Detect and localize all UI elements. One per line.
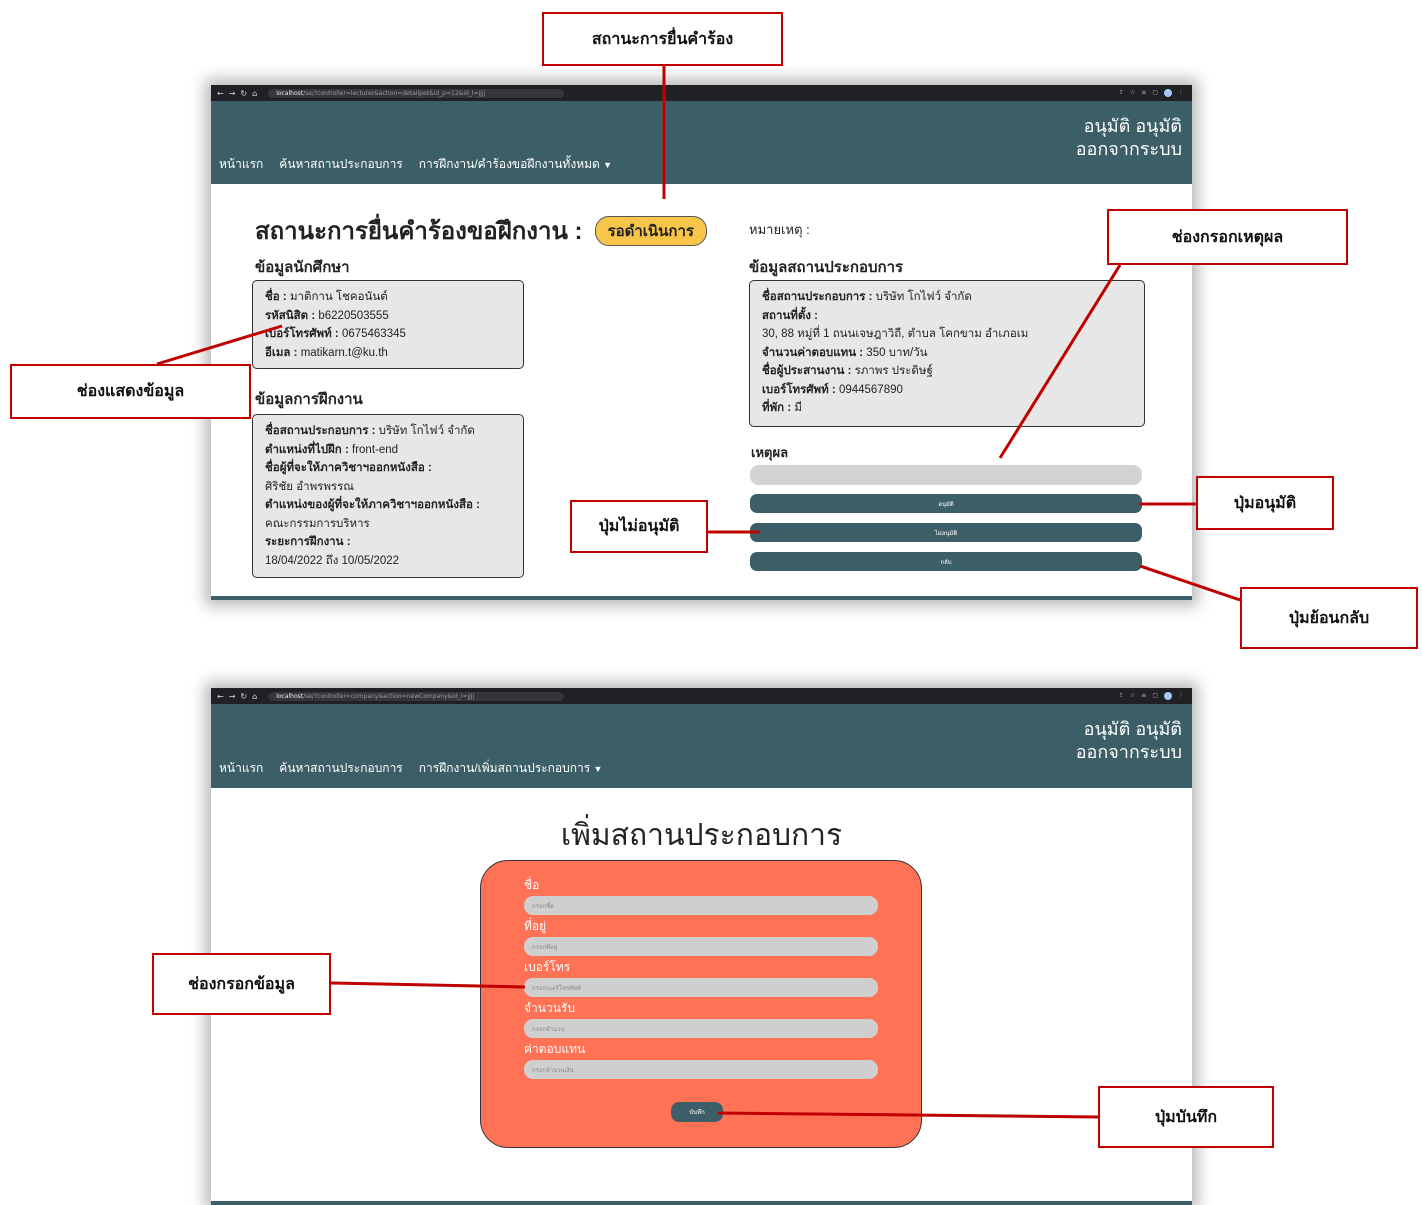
avatar[interactable] [1164, 692, 1172, 700]
home-icon[interactable]: ⌂ [252, 692, 257, 701]
nav-dropdown[interactable]: การฝึกงาน/คำร้องขอฝึกงานทั้งหมด ▼ [419, 155, 612, 174]
window-icon[interactable]: ▢ [1152, 89, 1158, 97]
callout-back-button: ปุ่มย้อนกลับ [1240, 587, 1418, 649]
logout-link[interactable]: ออกจากระบบ [1076, 741, 1182, 764]
forward-arrow-icon[interactable]: → [229, 692, 236, 701]
user-name[interactable]: อนุมัติ อนุมัติ [1076, 718, 1182, 741]
callout-reason-field: ช่องกรอกเหตุผล [1107, 209, 1348, 265]
share-icon[interactable]: ⇪ [1119, 89, 1124, 97]
address-bar[interactable]: localhost/se/?controller=lecturer&action… [268, 88, 565, 98]
callout-input-field: ช่องกรอกข้อมูล [152, 953, 331, 1015]
field-label-pay: ค่าตอบแทน [524, 1042, 586, 1056]
field-label-phone: เบอร์โทร [524, 960, 571, 974]
field-label-address: ที่อยู่ [524, 919, 547, 933]
share-icon[interactable]: ⇪ [1119, 692, 1124, 700]
browser-toolbar: ← → ↻ ⌂ localhost/se/?controller=company… [211, 688, 1192, 704]
status-badge: รอดำเนินการ [594, 215, 707, 246]
pay-input[interactable]: กรอกจำนวนเงิน [524, 1060, 878, 1079]
page-bottom-edge [211, 1201, 1192, 1205]
note-label: หมายเหตุ : [749, 222, 810, 237]
menu-icon[interactable]: ⋮ [1178, 692, 1184, 700]
screenshot-add-company: ← → ↻ ⌂ localhost/se/?controller=company… [211, 688, 1192, 1205]
capacity-input[interactable]: กรอกจำนวน [524, 1019, 878, 1038]
back-button[interactable]: กลับ [750, 552, 1142, 571]
navbar: หน้าแรก ค้นหาสถานประกอบการ การฝึกงาน/เพิ… [211, 704, 1192, 788]
company-info-box: ชื่อสถานประกอบการ : บริษัท โกไฟว์ จำกัด … [749, 280, 1145, 427]
student-heading: ข้อมูลนักศึกษา [255, 259, 350, 276]
callout-display-field: ช่องแสดงข้อมูล [10, 364, 251, 419]
page-bottom-edge [211, 596, 1192, 600]
callout-approve-button: ปุ่มอนุมัติ [1196, 476, 1334, 530]
name-input[interactable]: กรอกชื่อ [524, 896, 878, 915]
menu-icon[interactable]: ⋮ [1178, 89, 1184, 97]
callout-reject-button: ปุ่มไม่อนุมัติ [570, 500, 708, 553]
avatar[interactable] [1164, 89, 1172, 97]
page-title: เพิ่มสถานประกอบการ [560, 819, 843, 852]
address-bar[interactable]: localhost/se/?controller=company&action=… [268, 691, 565, 701]
nav-search[interactable]: ค้นหาสถานประกอบการ [279, 759, 402, 778]
extensions-icon[interactable]: ≡ [1141, 692, 1146, 700]
reason-input[interactable] [750, 465, 1142, 485]
forward-arrow-icon[interactable]: → [229, 89, 236, 98]
nav-search[interactable]: ค้นหาสถานประกอบการ [279, 155, 402, 174]
reload-icon[interactable]: ↻ [240, 692, 247, 701]
back-arrow-icon[interactable]: ← [217, 89, 224, 98]
field-label-name: ชื่อ [524, 878, 540, 892]
browser-toolbar: ← → ↻ ⌂ localhost/se/?controller=lecture… [211, 85, 1192, 101]
navbar: หน้าแรก ค้นหาสถานประกอบการ การฝึกงาน/คำร… [211, 101, 1192, 184]
reload-icon[interactable]: ↻ [240, 89, 247, 98]
phone-input[interactable]: กรอกเบอร์โทรศัพท์ [524, 978, 878, 997]
company-heading: ข้อมูลสถานประกอบการ [749, 259, 904, 276]
extensions-icon[interactable]: ≡ [1141, 89, 1146, 97]
internship-heading: ข้อมูลการฝึกงาน [255, 391, 363, 408]
internship-info-box: ชื่อสถานประกอบการ : บริษัท โกไฟว์ จำกัด … [252, 414, 524, 578]
caret-down-icon: ▼ [603, 160, 613, 170]
field-label-capacity: จำนวนรับ [524, 1001, 575, 1015]
nav-dropdown[interactable]: การฝึกงาน/เพิ่มสถานประกอบการ ▼ [419, 759, 603, 778]
nav-home[interactable]: หน้าแรก [219, 759, 263, 778]
caret-down-icon: ▼ [593, 764, 603, 774]
callout-save-button: ปุ่มบันทึก [1098, 1086, 1274, 1148]
user-name[interactable]: อนุมัติ อนุมัติ [1076, 115, 1182, 138]
reject-button[interactable]: ไม่อนุมัติ [750, 523, 1142, 542]
star-icon[interactable]: ☆ [1130, 89, 1135, 97]
star-icon[interactable]: ☆ [1130, 692, 1135, 700]
page-title: สถานะการยื่นคำร้องขอฝึกงาน : รอดำเนินการ [255, 211, 707, 250]
approve-button[interactable]: อนุมัติ [750, 494, 1142, 513]
back-arrow-icon[interactable]: ← [217, 692, 224, 701]
student-info-box: ชื่อ : มาติกาน โชคอนันต์ รหัสนิสิต : b62… [252, 280, 524, 369]
save-button[interactable]: บันทึก [671, 1102, 723, 1122]
nav-home[interactable]: หน้าแรก [219, 155, 263, 174]
callout-status: สถานะการยื่นคำร้อง [542, 12, 783, 66]
logout-link[interactable]: ออกจากระบบ [1076, 138, 1182, 161]
address-input[interactable]: กรอกที่อยู่ [524, 937, 878, 956]
home-icon[interactable]: ⌂ [252, 89, 257, 98]
reason-label: เหตุผล [751, 445, 789, 460]
window-icon[interactable]: ▢ [1152, 692, 1158, 700]
